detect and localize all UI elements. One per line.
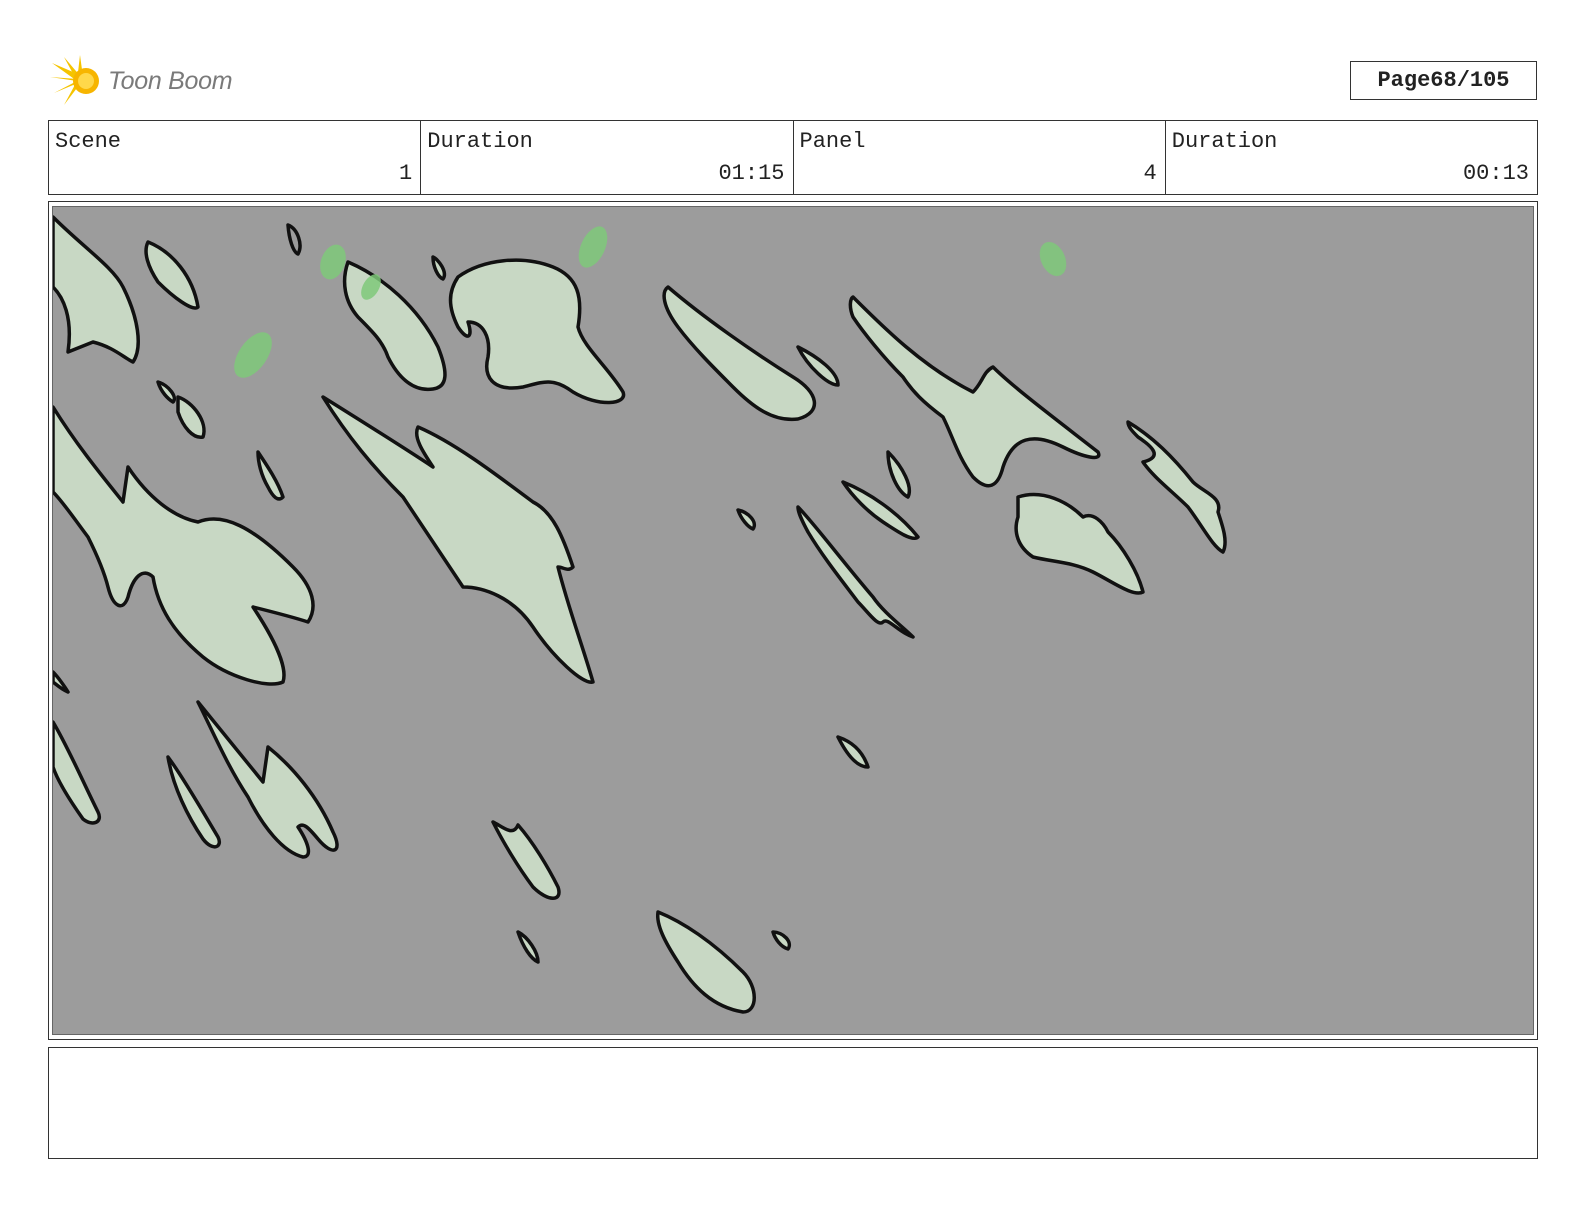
- scene-duration-label: Duration: [427, 129, 533, 154]
- caption-box: [48, 1047, 1538, 1159]
- toon-boom-logo: Toon Boom: [50, 55, 233, 107]
- panel-label: Panel: [799, 129, 866, 154]
- storyboard-drawing: [52, 206, 1534, 1035]
- page-indicator: Page 68/105: [1350, 61, 1537, 100]
- scene-label: Scene: [55, 129, 122, 154]
- panel-value: 4: [1143, 161, 1157, 186]
- scene-duration-value: 01:15: [718, 161, 785, 186]
- panel-duration-value: 00:13: [1462, 161, 1529, 186]
- logo-text: Toon Boom: [108, 66, 233, 95]
- sunburst-logo-icon: [50, 55, 99, 105]
- panel-duration-label: Duration: [1171, 129, 1278, 154]
- scene-duration-cell: Duration 01:15: [421, 121, 794, 194]
- scene-value: 1: [399, 161, 413, 186]
- page-label: Page: [1377, 68, 1431, 93]
- page-number: 68/105: [1430, 68, 1510, 93]
- leaf-drawing: [53, 215, 1227, 1014]
- scene-cell: Scene 1: [49, 121, 422, 194]
- panel-duration-cell: Duration 00:13: [1166, 121, 1537, 194]
- panel-frame: [48, 201, 1538, 1040]
- panel-cell: Panel 4: [794, 121, 1166, 194]
- scene-info-row: Scene 1 Duration 01:15 Panel 4 Duration …: [48, 120, 1538, 195]
